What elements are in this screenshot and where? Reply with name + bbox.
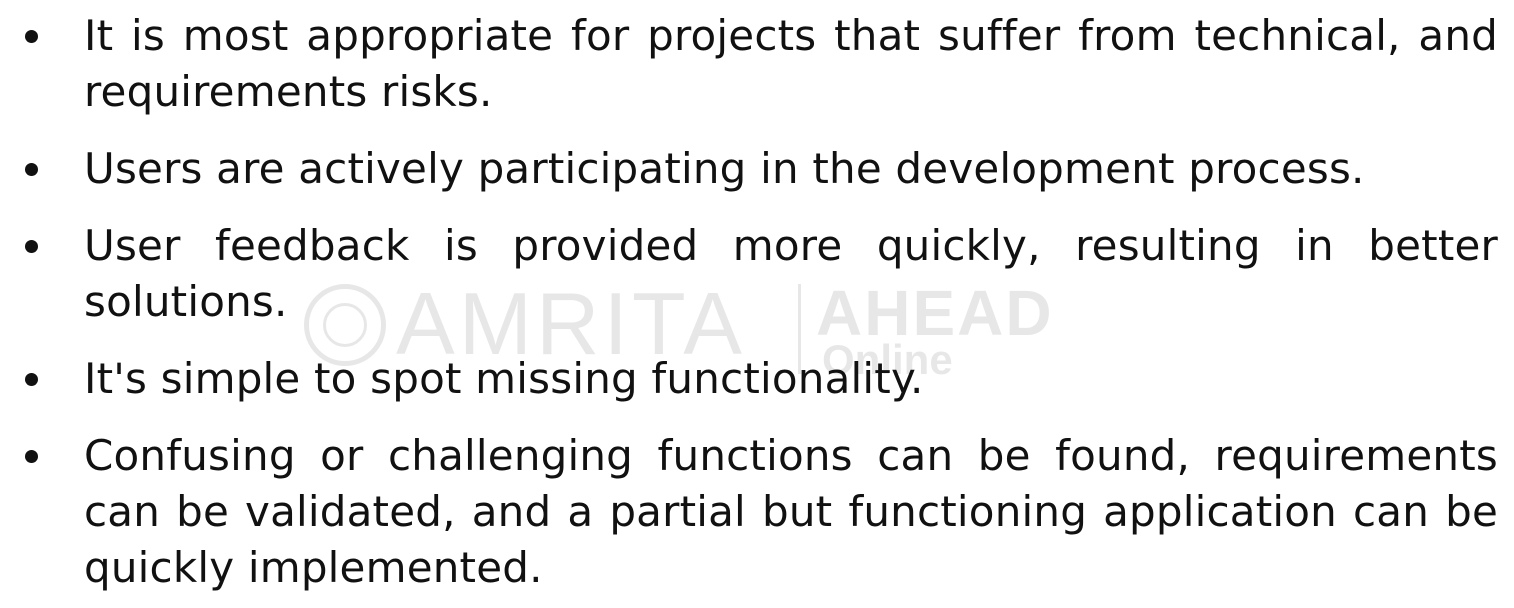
- bullet-item: User feedback is provided more quickly, …: [0, 218, 1514, 330]
- bullet-list: It is most appropriate for projects that…: [0, 8, 1514, 608]
- bullet-item: It is most appropriate for projects that…: [0, 8, 1514, 120]
- bullet-item: Confusing or challenging functions can b…: [0, 428, 1514, 596]
- bullet-dot-icon: [25, 373, 38, 386]
- bullet-dot-icon: [25, 163, 38, 176]
- slide: AMRITA AHEAD Online It is most appropria…: [0, 0, 1514, 608]
- bullet-dot-icon: [25, 240, 38, 253]
- bullet-dot-icon: [25, 30, 38, 43]
- bullet-text: It's simple to spot missing functionalit…: [84, 354, 924, 403]
- bullet-item: Users are actively participating in the …: [0, 141, 1514, 197]
- bullet-text: It is most appropriate for projects that…: [84, 11, 1498, 116]
- bullet-text: Users are actively participating in the …: [84, 144, 1365, 193]
- bullet-text: Confusing or challenging functions can b…: [84, 431, 1498, 592]
- bullet-text: User feedback is provided more quickly, …: [84, 221, 1498, 326]
- bullet-dot-icon: [25, 450, 38, 463]
- bullet-item: It's simple to spot missing functionalit…: [0, 351, 1514, 407]
